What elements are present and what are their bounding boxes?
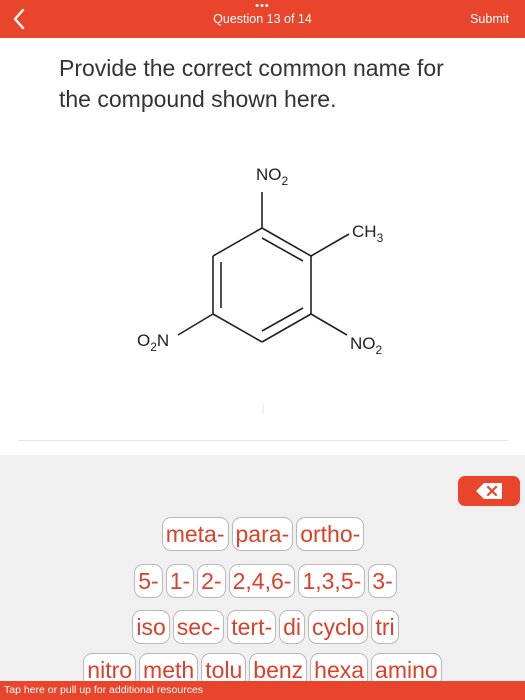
key-5[interactable]: 5-: [134, 564, 163, 598]
key-sec[interactable]: sec-: [172, 610, 225, 644]
top-nitro-label: NO2: [256, 165, 289, 188]
divider: [18, 440, 508, 441]
right-nitro-text: NO: [350, 334, 376, 353]
key-para[interactable]: para-: [231, 517, 294, 551]
top-nitro-text: NO: [256, 165, 282, 184]
key-cyclo[interactable]: cyclo: [308, 610, 369, 644]
answer-keyboard: meta- para- ortho- 5- 1- 2- 2,4,6- 1,3,5…: [0, 455, 525, 700]
key-row-modifiers: iso sec- tert- di cyclo tri: [0, 610, 525, 644]
left-nitro-tail: N: [157, 331, 169, 350]
top-bar: ••• Question 13 of 14 Submit: [0, 0, 525, 38]
question-text: Provide the correct common name for the …: [59, 55, 444, 112]
key-tert[interactable]: tert-: [227, 610, 277, 644]
key-row-prefixes: meta- para- ortho-: [0, 517, 525, 551]
key-1-3-5[interactable]: 1,3,5-: [298, 564, 366, 598]
methyl-text: CH: [352, 222, 377, 241]
left-nitro-label: O2N: [137, 331, 169, 354]
methyl-subscript: 3: [377, 231, 384, 245]
submit-button[interactable]: Submit: [470, 12, 509, 26]
more-dots[interactable]: •••: [0, 1, 525, 12]
delete-button[interactable]: [458, 476, 520, 506]
key-tri[interactable]: tri: [371, 610, 399, 644]
molecule-structure: NO2 CH3 NO2 O2N: [137, 165, 384, 414]
key-row-locants: 5- 1- 2- 2,4,6- 1,3,5- 3-: [0, 564, 525, 598]
right-nitro-subscript: 2: [376, 343, 383, 357]
backspace-icon: [476, 483, 502, 499]
key-2-4-6[interactable]: 2,4,6-: [228, 564, 296, 598]
key-1[interactable]: 1-: [165, 564, 195, 598]
question-counter: Question 13 of 14: [213, 12, 312, 26]
key-di[interactable]: di: [279, 610, 306, 644]
resources-bar[interactable]: Tap here or pull up for additional resou…: [0, 681, 525, 700]
key-2[interactable]: 2-: [197, 564, 226, 598]
top-nitro-subscript: 2: [282, 174, 289, 188]
key-ortho[interactable]: ortho-: [296, 517, 365, 551]
right-nitro-label: NO2: [350, 334, 383, 357]
left-nitro-text: O: [137, 331, 150, 350]
key-meta[interactable]: meta-: [161, 517, 229, 551]
benzene-ring: [212, 227, 312, 343]
substituent-bonds: [177, 192, 350, 336]
key-iso[interactable]: iso: [132, 610, 170, 644]
key-3[interactable]: 3-: [368, 564, 397, 598]
methyl-label: CH3: [352, 222, 384, 245]
